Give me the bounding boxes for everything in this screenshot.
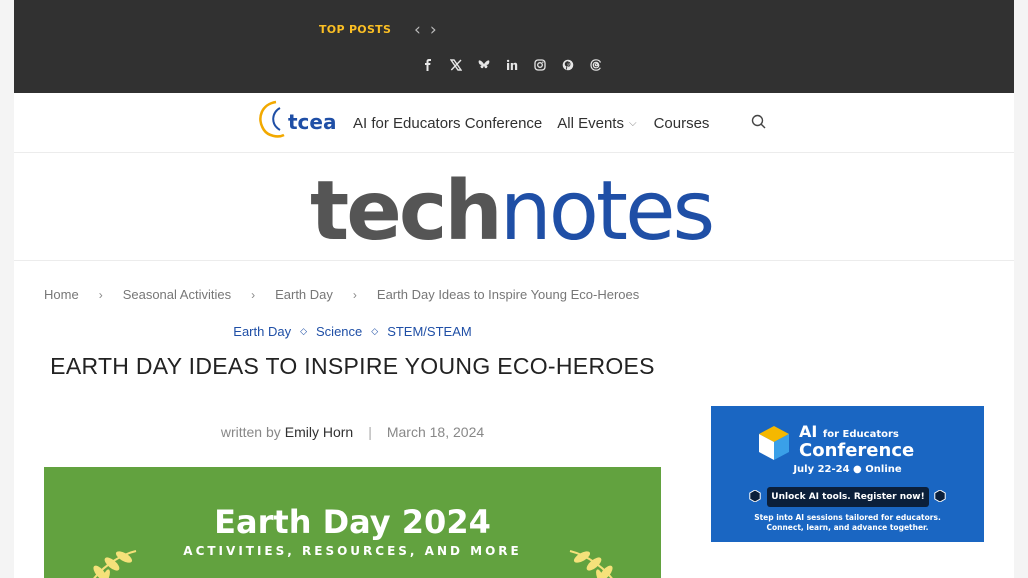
ad-title-line1: AI for Educators [799,422,899,441]
top-posts-label: TOP POSTS [319,23,392,36]
next-arrow-icon[interactable]: › [430,20,437,40]
nav-item-ai-conference[interactable]: AI for Educators Conference [353,115,542,132]
ad-footer: Step into AI sessions tailored for educa… [711,513,984,533]
hexagon-icon [749,490,761,502]
ad-footer-line2: Connect, learn, and advance together. [766,523,929,532]
breadcrumb-home[interactable]: Home [44,287,79,302]
register-now-button[interactable]: Unlock AI tools. Register now! [767,487,929,507]
bluesky-icon[interactable] [475,56,493,74]
threads-icon[interactable] [587,56,605,74]
category-science[interactable]: Science [316,324,362,339]
diamond-separator-icon: ◇ [371,326,379,336]
breadcrumb: Home › Seasonal Activities › Earth Day ›… [44,287,639,302]
cube-icon [759,426,789,460]
pinterest-icon[interactable] [559,56,577,74]
instagram-icon[interactable] [531,56,549,74]
social-links [419,56,605,74]
nav-item-label: All Events [557,115,624,132]
prev-arrow-icon[interactable]: ‹ [414,20,421,40]
chevron-down-icon: ⌵ [628,118,637,129]
site-masthead: technotes [14,153,1014,261]
linkedin-icon[interactable] [503,56,521,74]
sidebar-ad-banner[interactable]: AI for Educators Conference July 22-24 ●… [711,406,984,542]
masthead-tech: tech [310,165,500,245]
ad-title-ai: AI [799,422,818,441]
top-bar: TOP POSTS ‹ › [14,0,1014,93]
hero-subtitle: ACTIVITIES, RESOURCES, AND MORE [183,544,522,558]
hero-title: Earth Day 2024 [214,503,491,541]
category-earth-day[interactable]: Earth Day [233,324,291,339]
ad-title-for-educators: for Educators [822,429,899,440]
main-nav: tcea AI for Educators Conference All Eve… [14,93,1014,153]
ad-title-line2: Conference [799,440,915,461]
chevron-right-icon: › [98,287,103,302]
meta-divider: | [368,424,372,440]
ad-footer-line1: Step into AI sessions tailored for educa… [754,513,941,522]
hexagon-icon [934,490,946,502]
ad-date: July 22-24 ● Online [793,464,902,475]
technotes-logo[interactable]: technotes [310,165,730,245]
written-by-label: written by [220,424,281,440]
featured-image: Earth Day 2024 ACTIVITIES, RESOURCES, AN… [44,467,661,578]
breadcrumb-earth-day[interactable]: Earth Day [275,287,333,302]
publish-date: March 18, 2024 [386,424,485,440]
author-link[interactable]: Emily Horn [285,424,353,440]
breadcrumb-seasonal-activities[interactable]: Seasonal Activities [123,287,231,302]
category-stem-steam[interactable]: STEM/STEAM [387,324,472,339]
nav-item-courses[interactable]: Courses [654,115,710,132]
breadcrumb-current: Earth Day Ideas to Inspire Young Eco-Her… [376,287,640,302]
x-icon[interactable] [447,56,465,74]
nav-menu: AI for Educators Conference All Events ⌵… [353,115,709,132]
top-posts-nav: ‹ › [414,20,437,40]
page-gutter-right [1014,0,1028,578]
category-list: Earth Day ◇ Science ◇ STEM/STEAM [44,324,661,339]
diamond-separator-icon: ◇ [300,326,308,336]
nav-item-label: AI for Educators Conference [353,115,543,132]
logo-text: tcea [288,110,336,134]
article-meta: written by Emily Horn | March 18, 2024 [44,424,661,440]
masthead-notes: notes [500,165,712,245]
nav-item-label: Courses [653,115,710,132]
tcea-logo[interactable]: tcea [254,98,340,140]
search-icon[interactable] [750,113,768,131]
nav-item-all-events[interactable]: All Events ⌵ [557,115,636,132]
page-gutter-left [0,0,14,578]
svg-text:technotes: technotes [310,165,712,245]
chevron-right-icon: › [352,287,357,302]
page-title: EARTH DAY IDEAS TO INSPIRE YOUNG ECO-HER… [50,353,655,379]
chevron-right-icon: › [251,287,256,302]
facebook-icon[interactable] [419,56,437,74]
